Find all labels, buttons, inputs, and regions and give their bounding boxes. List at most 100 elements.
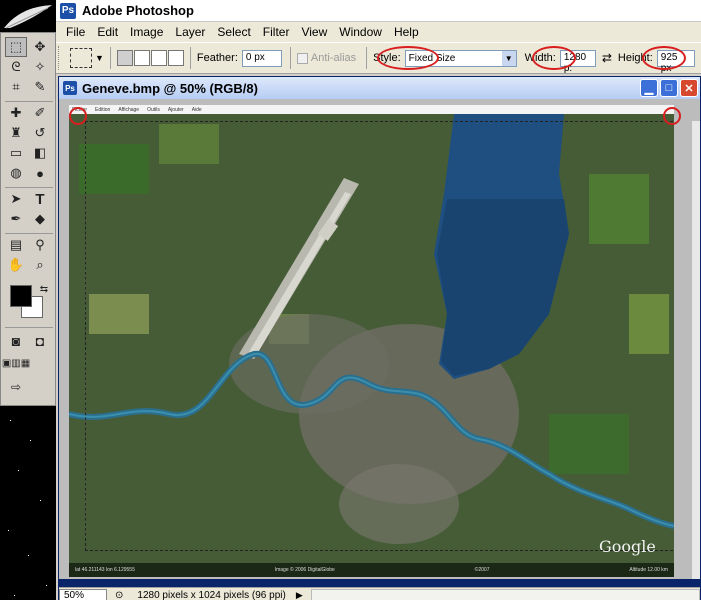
minimize-icon[interactable]: ▁: [640, 79, 658, 97]
clone-stamp-icon[interactable]: ♜: [5, 123, 27, 143]
app-titlebar: Ps Adobe Photoshop: [56, 0, 701, 22]
map-copyright: ©2007: [474, 567, 490, 573]
options-bar: ▼ Feather: 0 px Anti-alias Style: Fixed …: [56, 42, 701, 74]
map-menu-fichier: Fichier: [72, 106, 88, 113]
antialias-label: Anti-alias: [310, 52, 357, 64]
zoom-icon[interactable]: ⌕: [29, 255, 51, 275]
chevron-down-icon[interactable]: ▼: [501, 50, 516, 66]
divider: [289, 47, 291, 69]
lasso-icon[interactable]: ᘓ: [5, 57, 27, 77]
feather-logo-icon: [4, 5, 52, 29]
eraser-icon[interactable]: ▭: [5, 143, 27, 163]
quick-mask-icon[interactable]: ◘: [29, 331, 51, 351]
pen-icon[interactable]: ✒: [5, 209, 27, 229]
paint-bucket-icon[interactable]: ◧: [29, 143, 51, 163]
menu-window[interactable]: Window: [333, 25, 388, 39]
satellite-map-image: Fichier Edition Affichage Outils Ajouter…: [69, 105, 674, 577]
healing-brush-icon[interactable]: ✚: [5, 103, 27, 123]
map-credit: Image © 2006 DigitalGlobe: [274, 567, 335, 573]
eyedropper-icon[interactable]: ⚲: [29, 235, 51, 255]
horizontal-scrollbar[interactable]: [310, 589, 700, 600]
map-coords: lat 46.211143 lon 6.129555: [75, 567, 135, 573]
menu-file[interactable]: File: [60, 25, 91, 39]
map-menubar: Fichier Edition Affichage Outils Ajouter…: [69, 105, 674, 114]
hand-icon[interactable]: ✋: [5, 255, 27, 275]
style-value: Fixed Size: [408, 52, 456, 64]
info-icon[interactable]: ⊙: [115, 590, 123, 600]
status-bar: 50% ⊙ 1280 pixels x 1024 pixels (96 ppi)…: [59, 587, 700, 600]
app-title: Adobe Photoshop: [82, 3, 194, 18]
blur-icon[interactable]: ◍: [5, 163, 27, 183]
map-menu-edition: Edition: [95, 106, 111, 113]
swap-colors-icon[interactable]: ⇆: [33, 279, 55, 299]
move-icon[interactable]: ✥: [29, 37, 51, 57]
map-menu-aide: Aide: [191, 106, 202, 113]
toolbox: ⬚ ✥ ᘓ ✧ ⌗ ✎ ✚ ✐ ♜ ↺ ▭ ◧ ◍ ● ➤ T ✒ ◆ ▤ ⚲ …: [0, 32, 56, 406]
subtract-selection-icon[interactable]: [150, 50, 167, 66]
photoshop-doc-icon: Ps: [63, 81, 77, 95]
options-grip[interactable]: [58, 46, 62, 70]
standard-mode-icon[interactable]: ◙: [5, 331, 27, 351]
menu-select[interactable]: Select: [211, 25, 256, 39]
canvas-area[interactable]: Fichier Edition Affichage Outils Ajouter…: [59, 99, 700, 579]
type-icon[interactable]: T: [29, 189, 51, 209]
shape-icon[interactable]: ◆: [29, 209, 51, 229]
menu-filter[interactable]: Filter: [257, 25, 296, 39]
feather-input[interactable]: 0 px: [241, 49, 282, 67]
dodge-icon[interactable]: ●: [29, 163, 51, 183]
menu-help[interactable]: Help: [388, 25, 425, 39]
document-window: Ps Geneve.bmp @ 50% (RGB/8) ▁ □ ✕ Fichie…: [58, 76, 701, 600]
document-titlebar[interactable]: Ps Geneve.bmp @ 50% (RGB/8) ▁ □ ✕: [59, 77, 700, 99]
slice-icon[interactable]: ✎: [29, 77, 51, 97]
map-menu-affichage: Affichage: [118, 106, 140, 113]
intersect-selection-icon[interactable]: [167, 50, 184, 66]
feather-label: Feather:: [196, 52, 238, 64]
zoom-level-field[interactable]: 50%: [59, 588, 107, 600]
chevron-down-icon[interactable]: ▼: [95, 53, 104, 63]
info-menu-arrow-icon[interactable]: ▶: [296, 590, 303, 600]
maximize-icon[interactable]: □: [660, 79, 678, 97]
jump-to-imageready-icon[interactable]: ⇨: [5, 377, 27, 397]
brush-icon[interactable]: ✐: [29, 103, 51, 123]
swap-dimensions-icon[interactable]: ⇄: [602, 51, 612, 65]
crop-icon[interactable]: ⌗: [5, 77, 27, 97]
history-brush-icon[interactable]: ↺: [29, 123, 51, 143]
antialias-checkbox[interactable]: [296, 52, 308, 64]
notes-icon[interactable]: ▤: [5, 235, 27, 255]
vertical-scrollbar[interactable]: [692, 121, 700, 579]
width-label: Width:: [524, 52, 556, 64]
divider: [5, 233, 53, 234]
tool-preset-picker[interactable]: [70, 48, 92, 68]
magic-wand-icon[interactable]: ✧: [29, 57, 51, 77]
add-selection-icon[interactable]: [133, 50, 150, 66]
menu-layer[interactable]: Layer: [169, 25, 211, 39]
map-altitude: Altitude 12.00 km: [629, 567, 668, 573]
selection-mode-group: [116, 50, 184, 66]
foreground-color-swatch[interactable]: [10, 285, 32, 307]
map-status-strip: lat 46.211143 lon 6.129555 Image © 2006 …: [69, 563, 674, 577]
screen-mode-icon[interactable]: ▣▥▦: [2, 353, 30, 373]
divider: [5, 101, 53, 102]
style-select[interactable]: Fixed Size ▼: [404, 49, 517, 67]
menu-view[interactable]: View: [295, 25, 333, 39]
map-menu-ajouter: Ajouter: [167, 106, 184, 113]
new-selection-icon[interactable]: [116, 50, 133, 66]
photoshop-logo-icon: Ps: [60, 2, 76, 19]
divider: [109, 47, 111, 69]
style-label: Style:: [373, 52, 401, 64]
menu-image[interactable]: Image: [124, 25, 169, 39]
path-selection-icon[interactable]: ➤: [5, 189, 27, 209]
marquee-icon[interactable]: ⬚: [5, 37, 27, 57]
width-input[interactable]: 1280 p:: [559, 49, 596, 74]
height-label: Height:: [617, 52, 653, 64]
map-menu-outils: Outils: [147, 106, 160, 113]
menu-edit[interactable]: Edit: [91, 25, 124, 39]
document-info: 1280 pixels x 1024 pixels (96 ppi): [137, 590, 286, 600]
close-icon[interactable]: ✕: [680, 79, 698, 97]
divider: [189, 47, 191, 69]
divider: [5, 187, 53, 188]
height-input[interactable]: 925 px: [656, 49, 695, 74]
divider: [366, 47, 368, 69]
marquee-selection[interactable]: [85, 121, 674, 551]
menu-bar: File Edit Image Layer Select Filter View…: [56, 22, 701, 42]
